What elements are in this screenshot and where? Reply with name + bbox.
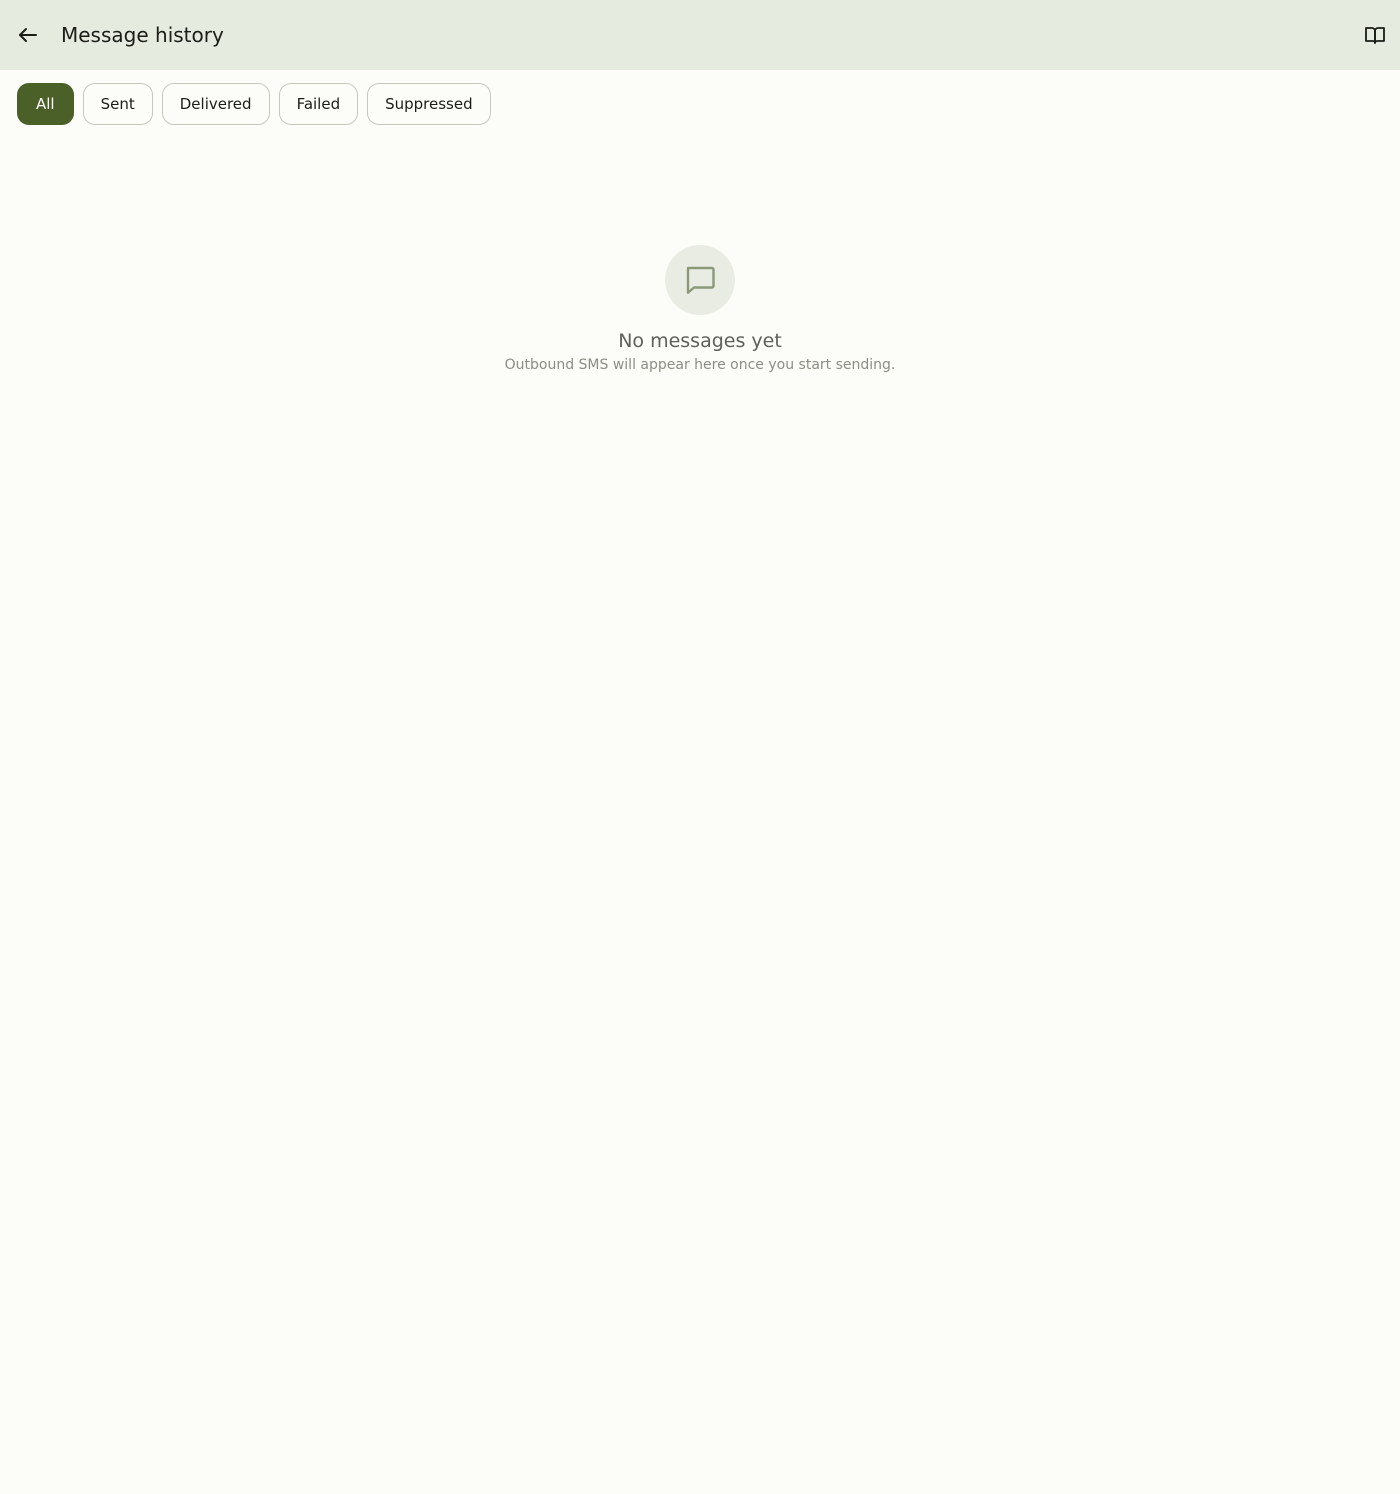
book-open-icon: [1365, 27, 1385, 44]
empty-state-title: No messages yet: [618, 330, 782, 352]
message-square-icon: [686, 266, 715, 294]
status-filter-chips: All Sent Delivered Failed Suppressed: [17, 83, 491, 125]
filter-chip-suppressed[interactable]: Suppressed: [367, 83, 491, 125]
empty-state-subtitle: Outbound SMS will appear here once you s…: [504, 357, 896, 373]
page-title: Message history: [61, 23, 224, 47]
docs-button[interactable]: [1355, 15, 1395, 55]
back-button[interactable]: [8, 15, 48, 55]
filter-chip-delivered[interactable]: Delivered: [161, 83, 270, 125]
filter-chip-sent[interactable]: Sent: [82, 83, 153, 125]
filter-chip-all[interactable]: All: [17, 83, 74, 125]
filter-chip-failed[interactable]: Failed: [278, 83, 359, 125]
top-app-bar: Message history: [0, 0, 1400, 70]
arrow-left-icon: [19, 28, 37, 42]
empty-state: No messages yet Outbound SMS will appear…: [0, 245, 1400, 375]
empty-state-icon-container: [665, 245, 735, 315]
